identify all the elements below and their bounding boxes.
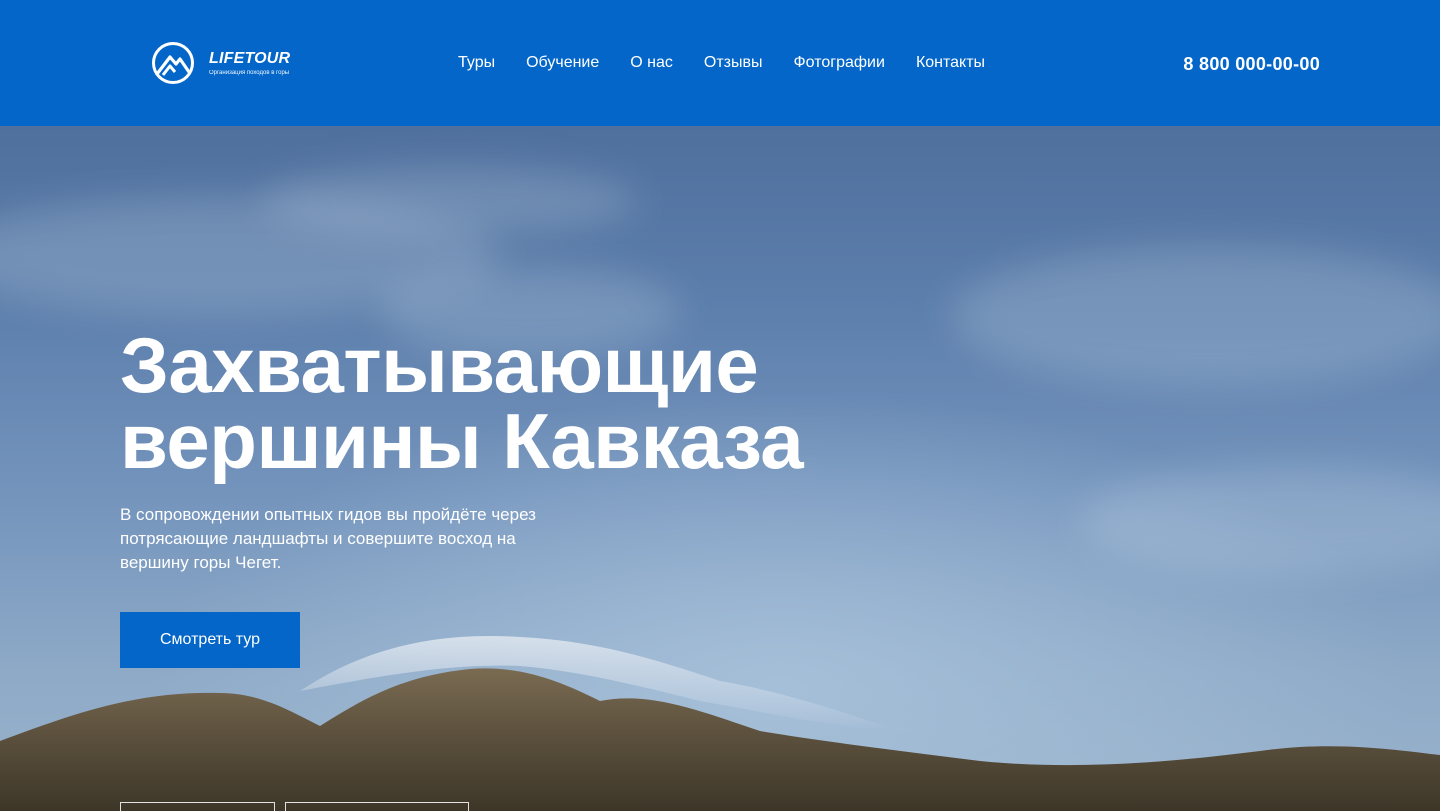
nav-item-photos[interactable]: Фотографии <box>794 52 885 74</box>
brand-name: LIFETOUR <box>209 49 291 67</box>
nav-item-contacts[interactable]: Контакты <box>916 52 985 74</box>
logo[interactable]: LIFETOUR Организация походов в горы <box>151 41 290 85</box>
hero-tab-outline[interactable] <box>285 802 469 811</box>
hero-title-line-1: Захватывающие <box>120 321 759 409</box>
site-header: LIFETOUR Организация походов в горы Туры… <box>0 0 1440 126</box>
brand-tagline: Организация походов в горы <box>209 69 290 76</box>
hero-tab-outline[interactable] <box>120 802 275 811</box>
mountain-logo-icon <box>152 42 194 84</box>
logo-text: LIFETOUR Организация походов в горы <box>209 50 290 77</box>
hero-subtitle: В сопровождении опытных гидов вы пройдёт… <box>120 505 536 572</box>
view-tour-button[interactable]: Смотреть тур <box>120 612 300 668</box>
cloud <box>950 246 1440 386</box>
hero-title-line-2: вершины Кавказа <box>120 397 804 485</box>
cloud <box>260 166 640 236</box>
phone-link[interactable]: 8 800 000-00-00 <box>1183 52 1320 76</box>
hero-section: Захватывающие вершины Кавказа В сопровож… <box>0 126 1440 811</box>
nav-item-about[interactable]: О нас <box>630 52 673 74</box>
hero-title: Захватывающие вершины Кавказа <box>120 321 804 485</box>
main-nav: Туры Обучение О нас Отзывы Фотографии Ко… <box>458 52 985 74</box>
nav-item-training[interactable]: Обучение <box>526 52 599 74</box>
nav-item-tours[interactable]: Туры <box>458 52 495 74</box>
nav-item-reviews[interactable]: Отзывы <box>704 52 763 74</box>
